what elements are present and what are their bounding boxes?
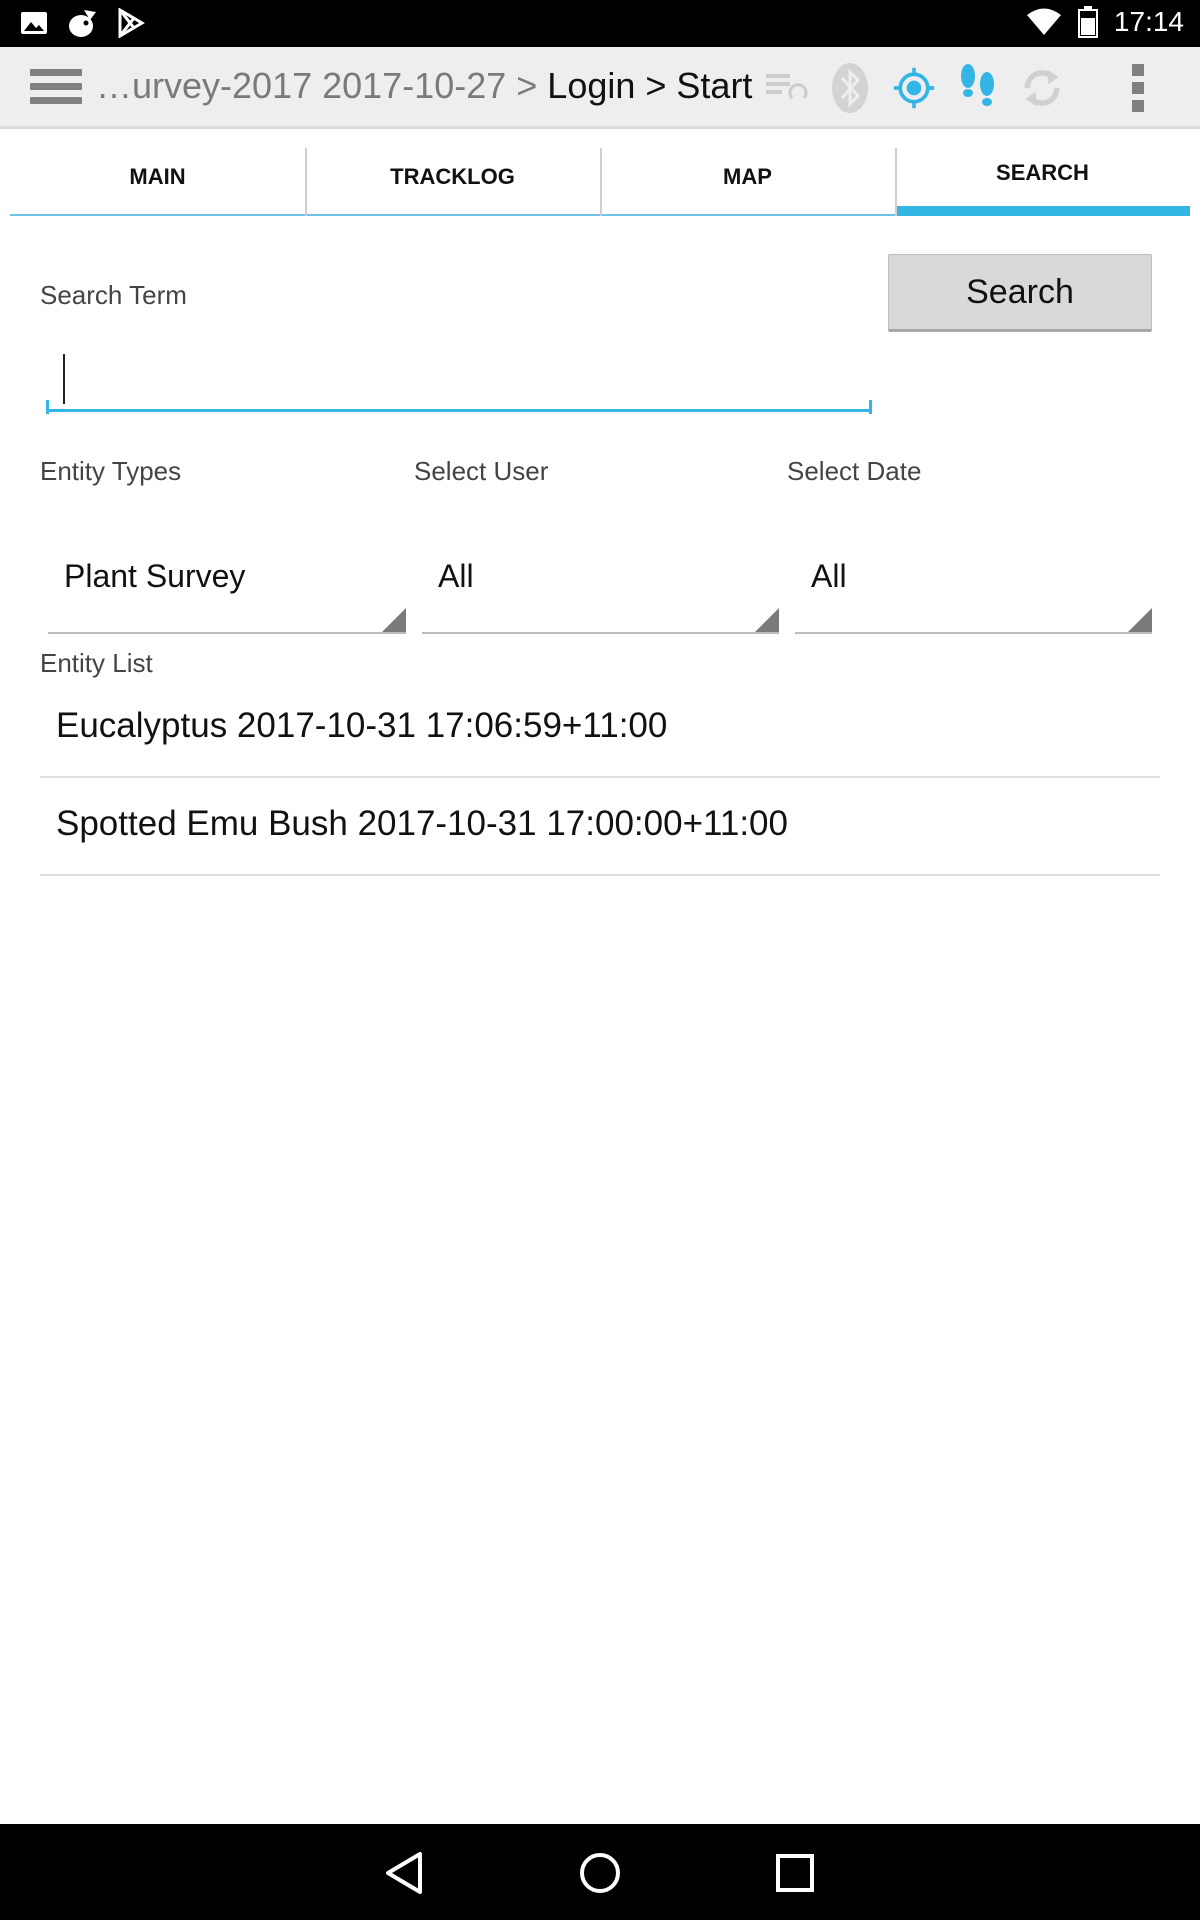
home-icon[interactable]	[575, 1848, 625, 1898]
sync-list-icon[interactable]	[764, 63, 808, 113]
play-store-icon	[118, 8, 145, 38]
text-cursor	[63, 354, 65, 404]
breadcrumb: …urvey-2017 2017-10-27 > Login > Start	[96, 65, 752, 107]
select-date-value: All	[811, 558, 847, 594]
dropdown-arrow-icon	[1128, 608, 1152, 632]
wifi-icon	[1026, 8, 1061, 35]
entity-type-dropdown[interactable]: Plant Survey	[48, 538, 406, 634]
app-bar: …urvey-2017 2017-10-27 > Login > Start	[0, 47, 1200, 129]
search-term-label: Search Term	[40, 280, 187, 310]
status-left-icons	[20, 8, 146, 38]
bluetooth-icon[interactable]	[828, 63, 872, 113]
entity-types-label: Entity Types	[40, 456, 182, 486]
gps-icon[interactable]	[892, 63, 936, 113]
tracklog-footsteps-icon[interactable]	[956, 63, 1000, 113]
dropdown-arrow-icon	[382, 608, 406, 632]
status-bar: 17:14	[0, 0, 1200, 47]
list-item[interactable]: Eucalyptus 2017-10-31 17:06:59+11:00	[40, 680, 1160, 778]
recents-icon[interactable]	[770, 1848, 820, 1898]
select-date-label: Select Date	[787, 456, 922, 486]
entity-list-label: Entity List	[40, 648, 153, 678]
app-bar-actions	[764, 63, 1160, 113]
hamburger-menu-icon[interactable]	[30, 69, 82, 109]
list-item-text: Eucalyptus 2017-10-31 17:06:59+11:00	[56, 706, 668, 745]
tab-main[interactable]: MAIN	[10, 140, 305, 216]
breadcrumb-current: Login > Start	[547, 65, 753, 106]
sync-icon[interactable]	[1020, 63, 1064, 113]
search-button[interactable]: Search	[888, 254, 1152, 332]
list-item-text: Spotted Emu Bush 2017-10-31 17:00:00+11:…	[56, 804, 788, 843]
overflow-menu-icon[interactable]	[1116, 63, 1160, 113]
select-user-value: All	[438, 558, 474, 594]
tab-bar: MAIN TRACKLOG MAP SEARCH	[10, 140, 1190, 216]
select-date-dropdown[interactable]: All	[795, 538, 1152, 634]
dropdown-arrow-icon	[755, 608, 779, 632]
back-icon[interactable]	[380, 1848, 430, 1898]
image-icon	[21, 12, 47, 34]
status-right-icons: 17:14	[1026, 6, 1184, 38]
cat-icon	[69, 10, 96, 37]
select-user-dropdown[interactable]: All	[422, 538, 779, 634]
search-input-underline	[46, 400, 872, 414]
tab-tracklog[interactable]: TRACKLOG	[305, 140, 600, 216]
tab-map[interactable]: MAP	[600, 140, 895, 216]
battery-icon	[1077, 6, 1098, 38]
breadcrumb-module[interactable]: …urvey-2017 2017-10-27 >	[96, 65, 547, 106]
tab-search[interactable]: SEARCH	[895, 140, 1190, 216]
select-user-label: Select User	[414, 456, 549, 486]
entity-type-value: Plant Survey	[64, 558, 246, 594]
list-item[interactable]: Spotted Emu Bush 2017-10-31 17:00:00+11:…	[40, 778, 1160, 876]
status-clock: 17:14	[1113, 6, 1184, 37]
navigation-bar	[0, 1824, 1200, 1920]
